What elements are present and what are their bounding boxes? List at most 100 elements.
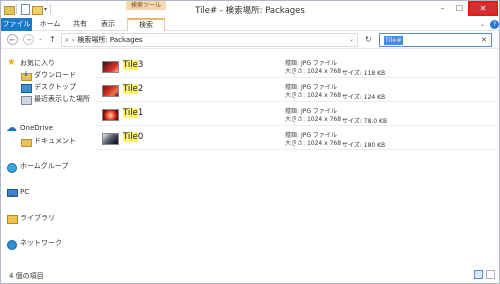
sidebar-item-label: OneDrive — [20, 124, 53, 132]
file-type: JPG ファイル — [300, 132, 337, 139]
sidebar-item-label: ドキュメント — [34, 137, 76, 145]
sidebar-item-label: ホームグループ — [20, 162, 69, 170]
large-icons-view-icon[interactable] — [486, 270, 495, 279]
sidebar-item-label: ネットワーク — [20, 239, 62, 247]
back-button[interactable]: ← — [7, 34, 18, 45]
file-size: 180 KB — [363, 142, 386, 149]
type-label: 種類: — [285, 84, 300, 91]
sidebar-item-homegroup[interactable]: ホームグループ — [7, 161, 69, 173]
minimize-button[interactable]: – — [434, 1, 451, 16]
toolbar-divider — [16, 4, 17, 14]
size-label: サイズ: — [342, 94, 362, 101]
sidebar-item-documents[interactable]: ドキュメント — [21, 136, 76, 147]
address-bar[interactable]: ⌕ › 検索場所: Packages ⌄ — [61, 33, 358, 47]
folder-icon[interactable] — [4, 4, 15, 15]
sidebar-item-label: デスクトップ — [34, 83, 76, 91]
file-size-block: サイズ: 78.0 KB — [342, 116, 387, 125]
tab-view[interactable]: 表示 — [97, 18, 119, 31]
homegroup-icon — [7, 162, 17, 173]
file-name[interactable]: Tile1 — [123, 108, 143, 118]
file-meta: 種類: JPG ファイル 大きさ: 1024 x 768 — [285, 60, 341, 76]
address-dropdown-chevron-icon[interactable]: ⌄ — [349, 36, 354, 43]
forward-button[interactable]: → — [23, 34, 34, 45]
tab-home[interactable]: ホーム — [37, 18, 63, 31]
file-size: 78.0 KB — [363, 118, 388, 125]
new-folder-icon[interactable] — [32, 4, 43, 15]
sidebar-item-favorites[interactable]: お気に入り — [7, 57, 55, 68]
sidebar-item-downloads[interactable]: ダウンロード — [21, 70, 76, 81]
file-name-suffix: 1 — [137, 108, 144, 118]
size-label: サイズ: — [342, 142, 362, 149]
computer-icon — [7, 188, 18, 197]
file-meta: 種類: JPG ファイル 大きさ: 1024 x 768 — [285, 132, 341, 148]
file-name[interactable]: Tile0 — [123, 132, 143, 142]
help-icon[interactable]: ? — [490, 20, 499, 29]
recent-locations-chevron-icon[interactable]: ⌄ — [37, 34, 44, 45]
file-type: JPG ファイル — [300, 84, 337, 91]
file-dimensions: 1024 x 768 — [306, 140, 342, 147]
search-query[interactable]: Tile# — [384, 35, 403, 45]
address-path[interactable]: 検索場所: Packages — [77, 35, 142, 45]
quick-access-toolbar: ▾ — [4, 4, 52, 15]
dimensions-label: 大きさ: — [285, 68, 306, 75]
file-meta: 種類: JPG ファイル 大きさ: 1024 x 768 — [285, 84, 341, 100]
type-label: 種類: — [285, 60, 300, 67]
file-dimensions: 1024 x 768 — [306, 116, 342, 123]
file-type: JPG ファイル — [300, 60, 337, 67]
ribbon-tabs: ファイル ホーム 共有 表示 検索 ⌄ ? — [1, 18, 499, 31]
item-count: 4 個の項目 — [9, 272, 44, 280]
breadcrumb-chevron-icon[interactable]: › — [72, 37, 74, 44]
dimensions-label: 大きさ: — [285, 116, 306, 123]
file-name-suffix: 3 — [137, 60, 144, 70]
sidebar-item-label: お気に入り — [20, 59, 55, 67]
title-bar: ▾ 検索ツール Tile# - 検索場所: Packages – ☐ ✕ — [1, 1, 499, 18]
customize-toolbar-chevron-icon[interactable]: ▾ — [44, 6, 47, 13]
window-controls: – ☐ ✕ — [434, 1, 498, 16]
expand-ribbon-chevron-icon[interactable]: ⌄ — [480, 21, 485, 28]
image-thumbnail — [102, 133, 119, 145]
tab-search[interactable]: 検索 — [127, 18, 165, 31]
list-item[interactable]: Tile0 種類: JPG ファイル 大きさ: 1024 x 768 サイズ: … — [96, 127, 496, 150]
search-input[interactable]: Tile# ✕ — [379, 33, 492, 47]
details-view-icon[interactable] — [474, 270, 483, 279]
up-button[interactable]: ↑ — [47, 34, 58, 45]
tab-file[interactable]: ファイル — [1, 18, 32, 31]
search-match: Tile — [123, 108, 138, 118]
tab-share[interactable]: 共有 — [69, 18, 91, 31]
size-label: サイズ: — [342, 70, 362, 77]
recent-places-icon — [21, 95, 32, 105]
search-match: Tile — [123, 132, 138, 142]
refresh-icon[interactable]: ↻ — [365, 35, 372, 44]
list-item[interactable]: Tile1 種類: JPG ファイル 大きさ: 1024 x 768 サイズ: … — [96, 103, 496, 126]
search-tools-header: 検索ツール — [126, 1, 166, 10]
folder-icon — [21, 137, 32, 147]
window-title: Tile# - 検索場所: Packages — [195, 6, 305, 16]
sidebar-item-desktop[interactable]: デスクトップ — [21, 82, 76, 93]
type-label: 種類: — [285, 132, 300, 139]
search-icon: ⌕ — [65, 35, 69, 44]
search-match: Tile — [123, 84, 138, 94]
image-thumbnail — [102, 61, 119, 73]
maximize-button[interactable]: ☐ — [451, 1, 468, 16]
sidebar-item-libraries[interactable]: ライブラリ — [7, 213, 55, 224]
sidebar-item-network[interactable]: ネットワーク — [7, 238, 62, 250]
explorer-window: ▾ 検索ツール Tile# - 検索場所: Packages – ☐ ✕ ファイ… — [0, 0, 500, 284]
clear-search-icon[interactable]: ✕ — [481, 36, 487, 44]
sidebar-item-recent-places[interactable]: 最近表示した場所 — [21, 94, 90, 105]
sidebar-item-pc[interactable]: PC — [7, 187, 29, 197]
file-dimensions: 1024 x 768 — [306, 68, 342, 75]
list-item[interactable]: Tile3 種類: JPG ファイル 大きさ: 1024 x 768 サイズ: … — [96, 55, 496, 78]
properties-icon[interactable] — [20, 4, 30, 15]
sidebar-item-onedrive[interactable]: OneDrive — [6, 121, 53, 134]
file-size: 118 KB — [363, 70, 386, 77]
downloads-folder-icon — [21, 70, 32, 81]
status-bar: 4 個の項目 — [1, 267, 499, 283]
dimensions-label: 大きさ: — [285, 92, 306, 99]
file-name[interactable]: Tile2 — [123, 84, 143, 94]
list-item[interactable]: Tile2 種類: JPG ファイル 大きさ: 1024 x 768 サイズ: … — [96, 79, 496, 102]
file-name[interactable]: Tile3 — [123, 60, 143, 70]
sidebar-item-label: 最近表示した場所 — [34, 95, 90, 103]
library-icon — [7, 214, 18, 224]
file-size-block: サイズ: 118 KB — [342, 68, 385, 77]
close-button[interactable]: ✕ — [468, 1, 498, 16]
